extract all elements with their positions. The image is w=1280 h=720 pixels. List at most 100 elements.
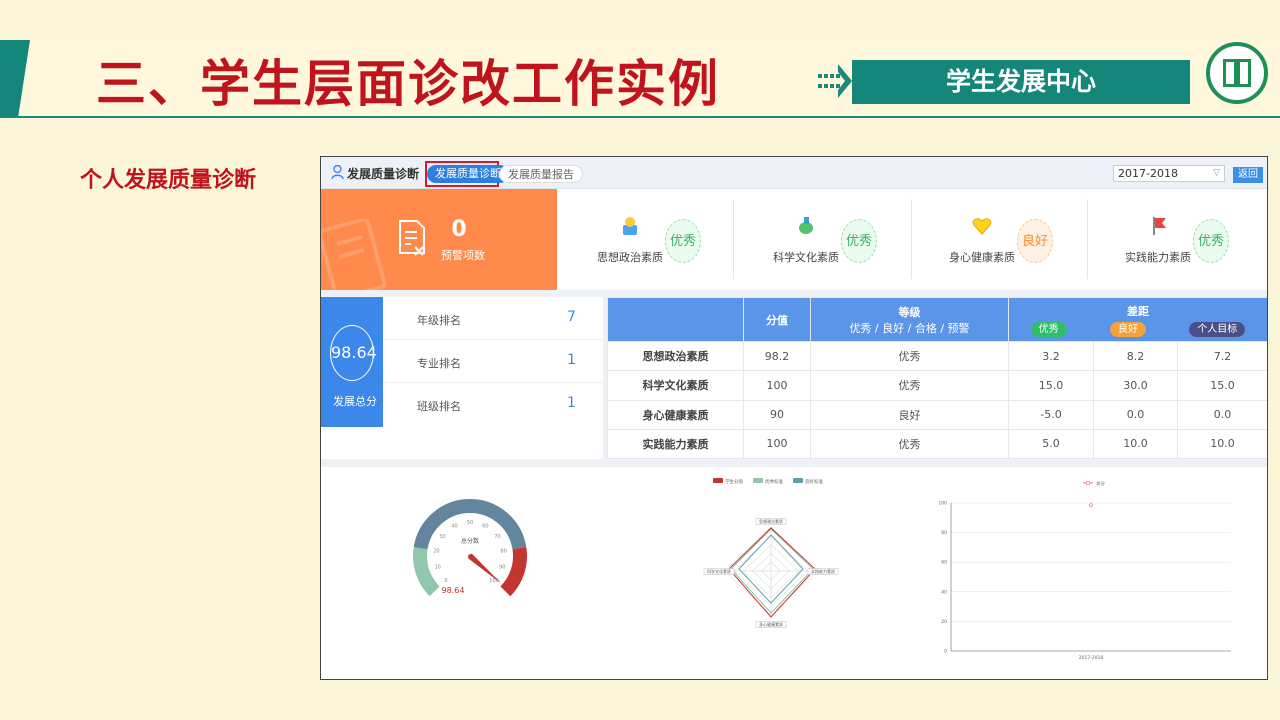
app-topbar: 发展质量诊断 发展质量诊断 发展质量报告 2017-2018 ▽ 返回 xyxy=(321,157,1267,189)
year-select[interactable]: 2017-2018 ▽ xyxy=(1113,165,1225,182)
divider xyxy=(1087,199,1088,279)
header-divider xyxy=(0,116,1280,118)
gauge-tick-label: 50 xyxy=(467,520,473,526)
gauge-tick xyxy=(429,541,432,543)
legend-swatch xyxy=(753,478,763,483)
gauge-tick-label: 90 xyxy=(499,565,505,571)
gauge-tick-label: 0 xyxy=(444,578,447,584)
row-gap-excellent: 15.0 xyxy=(1008,370,1094,401)
gauge-tick xyxy=(430,537,434,539)
quality-item[interactable]: 身心健康素质 良好 xyxy=(913,199,1089,281)
row-score: 98.2 xyxy=(743,340,811,372)
divider xyxy=(911,199,912,279)
radar-axis-label: 科学文化素质 xyxy=(707,568,731,574)
gap-pill-target: 个人目标 xyxy=(1189,321,1246,337)
ranking-value: 7 xyxy=(567,309,576,325)
gauge-tick-label: 100 xyxy=(489,578,499,584)
quality-item[interactable]: 科学文化素质 优秀 xyxy=(737,199,913,281)
quality-grade-badge: 优秀 xyxy=(841,219,877,263)
row-gap-good: 8.2 xyxy=(1093,340,1178,372)
row-grade: 优秀 xyxy=(810,340,1009,372)
y-tick-label: 60 xyxy=(941,560,947,566)
row-score: 100 xyxy=(743,370,811,401)
ranking-label: 班级排名 xyxy=(417,400,461,413)
legend-label: 总分 xyxy=(1096,480,1105,487)
gauge-arc-segment xyxy=(500,547,527,597)
ranking-row: 班级排名 1 xyxy=(383,383,603,426)
table-row: 科学文化素质 100 优秀 15.0 30.0 15.0 xyxy=(607,370,1267,401)
gauge-tick xyxy=(436,581,439,584)
medal-icon xyxy=(623,217,637,235)
y-tick-label: 100 xyxy=(938,501,947,507)
row-gap-excellent: -5.0 xyxy=(1008,399,1094,430)
table-row: 思想政治素质 98.2 优秀 3.2 8.2 7.2 xyxy=(607,340,1267,372)
section-gap xyxy=(321,290,1267,297)
gauge-tick xyxy=(450,517,454,523)
slide-title: 三、学生层面诊改工作实例 xyxy=(96,55,720,113)
table-header-grade: 等级 优秀 / 良好 / 合格 / 预警 xyxy=(810,297,1009,342)
gauge-tick xyxy=(506,567,511,570)
y-tick-label: 40 xyxy=(941,589,947,595)
row-gap-good: 0.0 xyxy=(1093,399,1178,430)
divider xyxy=(733,199,734,279)
x-tick-label: 2017-2018 xyxy=(1079,655,1104,661)
gauge-tick xyxy=(501,581,504,584)
y-tick-label: 0 xyxy=(944,649,947,655)
legend-marker xyxy=(1085,480,1091,486)
gauge-tick-label: 20 xyxy=(433,549,439,555)
gauge-tick xyxy=(429,567,434,570)
gauge-tick-label: 80 xyxy=(500,549,506,555)
gauge-tick xyxy=(434,578,437,581)
gauge-tick xyxy=(508,541,511,543)
radar-axis-label: 实践能力素质 xyxy=(811,568,835,574)
quality-radar-chart: 学生分值 优秀标准 良好标准 思想政治素质实践能力素质身心健康素质 科学文化素质 xyxy=(703,478,839,628)
gauge-tick xyxy=(440,524,443,527)
gauge-tick xyxy=(494,521,497,524)
ranking-row: 专业排名 1 xyxy=(383,340,603,383)
gauge-tick xyxy=(432,575,435,577)
table-header-score: 分值 xyxy=(743,297,811,342)
legend-swatch xyxy=(793,478,803,483)
school-logo-icon xyxy=(1206,42,1268,104)
gauge-tick xyxy=(437,527,440,530)
row-grade: 优秀 xyxy=(810,428,1009,460)
quality-item[interactable]: 思想政治素质 优秀 xyxy=(561,199,737,281)
grade-header-title: 等级 xyxy=(898,305,921,319)
row-gap-target: 15.0 xyxy=(1177,370,1267,401)
ranking-panel: 年级排名 7 专业排名 1 班级排名 1 xyxy=(383,297,603,459)
gap-pill-row: 优秀 良好 个人目标 xyxy=(1009,321,1267,337)
gauge-tick xyxy=(430,572,433,574)
total-score-label: 发展总分 xyxy=(333,395,377,408)
quality-label: 科学文化素质 xyxy=(773,251,839,264)
back-button[interactable]: 返回 xyxy=(1233,167,1263,183)
gauge-tick xyxy=(507,548,513,551)
gauge-tick xyxy=(453,515,456,518)
row-gap-excellent: 5.0 xyxy=(1008,428,1094,460)
gauge-tick xyxy=(497,524,500,527)
gauge-tick xyxy=(446,519,449,522)
tab-diagnosis[interactable]: 发展质量诊断 xyxy=(427,165,509,183)
legend-swatch xyxy=(713,478,723,483)
legend-label: 良好标准 xyxy=(805,478,823,485)
table-row: 实践能力素质 100 优秀 5.0 10.0 10.0 xyxy=(607,428,1267,460)
gauge-tick-label: 40 xyxy=(451,524,457,530)
row-name: 科学文化素质 xyxy=(607,370,744,401)
gauge-tick xyxy=(457,514,459,517)
warning-count: 0 xyxy=(451,217,467,242)
tab-report[interactable]: 发展质量报告 xyxy=(499,165,583,183)
row-gap-target: 10.0 xyxy=(1177,428,1267,460)
warning-label: 预警项数 xyxy=(441,249,485,262)
heart-icon xyxy=(972,218,992,235)
gauge-tick xyxy=(432,533,435,536)
row-name: 身心健康素质 xyxy=(607,399,744,430)
quality-grade-badge: 优秀 xyxy=(665,219,701,263)
quality-grade-badge: 良好 xyxy=(1017,219,1053,263)
gauge-needle xyxy=(468,553,502,584)
gauge-tick xyxy=(507,572,510,574)
gauge-value: 98.64 xyxy=(442,586,465,595)
gap-pill-excellent: 优秀 xyxy=(1030,321,1067,337)
ranking-label: 专业排名 xyxy=(417,357,461,370)
quality-item[interactable]: 实践能力素质 优秀 xyxy=(1089,199,1265,281)
gap-pill-good: 良好 xyxy=(1109,321,1146,337)
warning-panel: 0 预警项数 xyxy=(321,189,557,290)
